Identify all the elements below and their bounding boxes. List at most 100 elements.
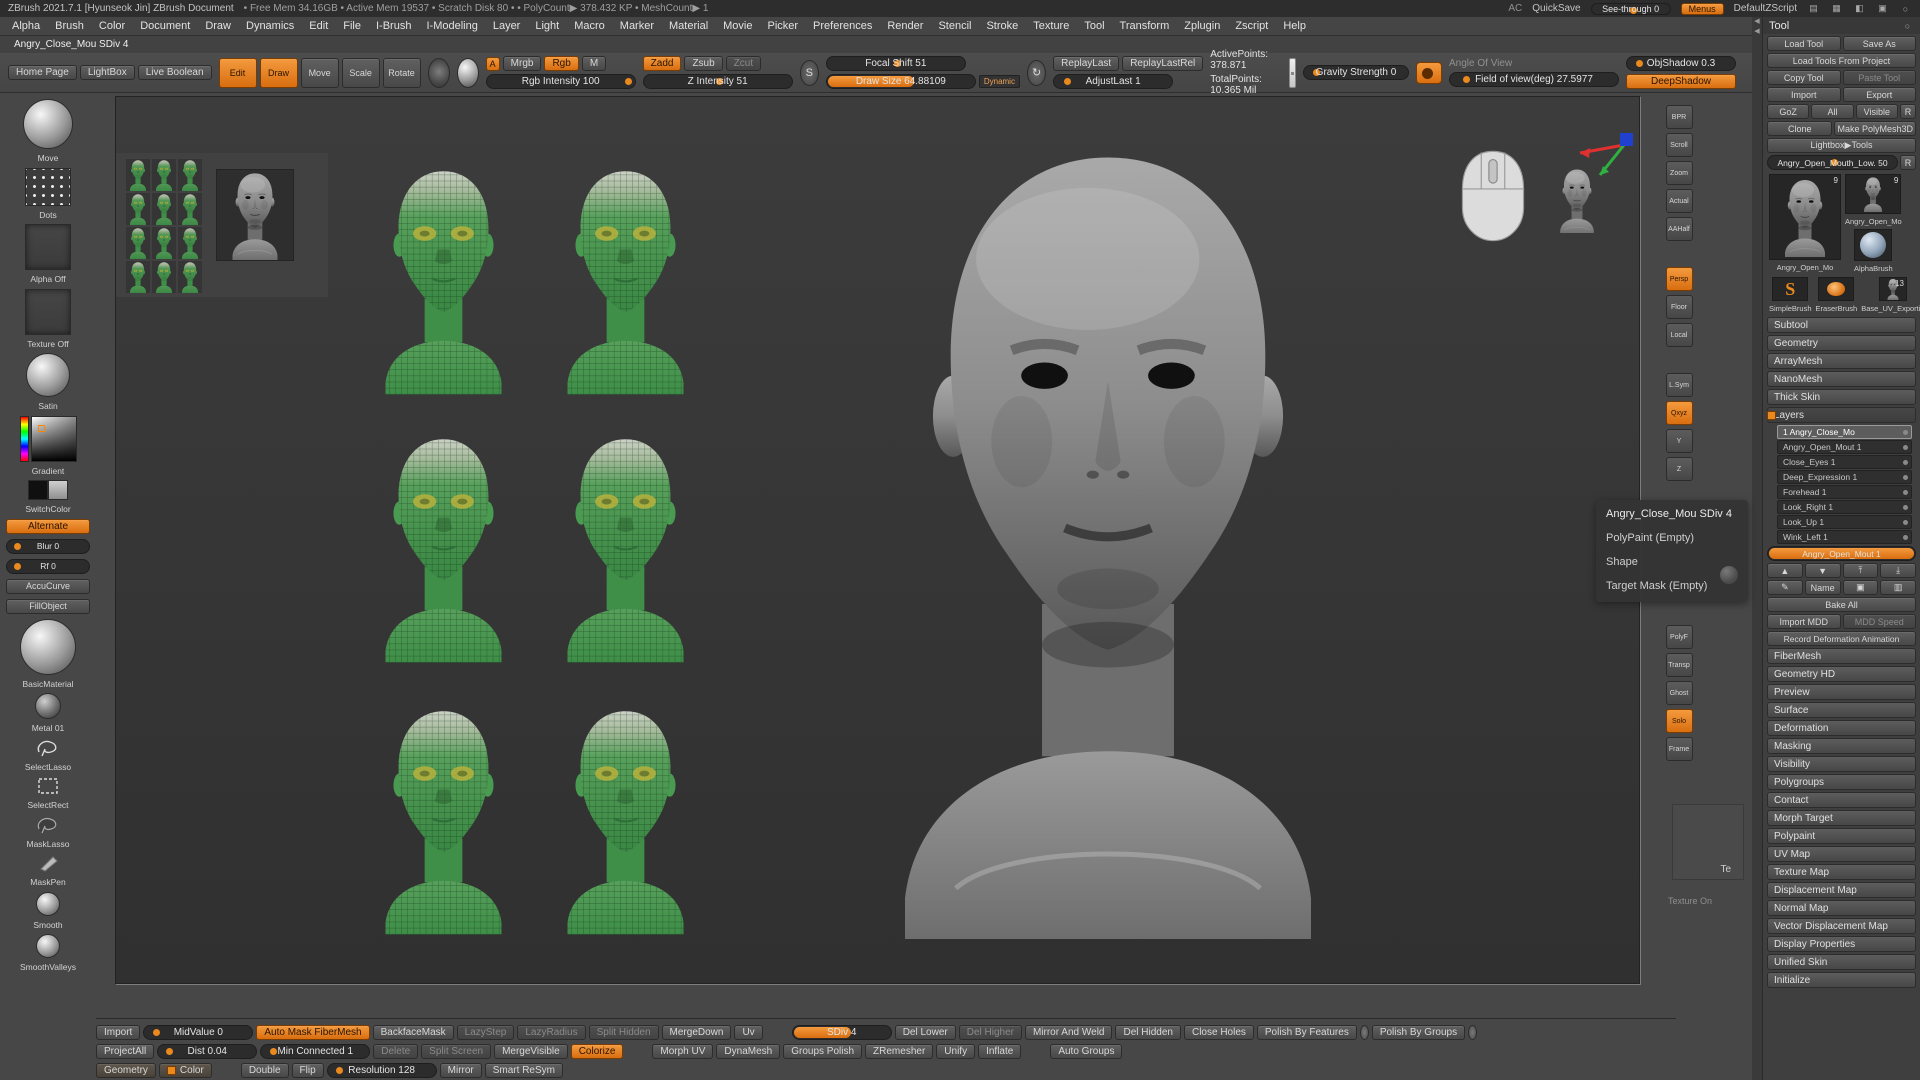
menu-item[interactable]: Material [669,20,708,32]
layer-tool-button[interactable]: Name [1805,580,1841,595]
layer-tool-button[interactable]: ▣ [1843,580,1879,595]
m-button[interactable]: M [582,56,606,71]
bottom-shelf-item[interactable]: Uv [734,1025,762,1040]
bottom-shelf-item[interactable]: Split Screen [421,1044,491,1059]
tool-section-header[interactable]: Normal Map [1767,900,1916,916]
bottom-shelf-item[interactable]: Color [159,1063,212,1078]
rotate-button[interactable]: Rotate [383,58,421,88]
layers-section-header[interactable]: Layers [1767,407,1916,423]
right-shelf-button[interactable]: Y [1666,429,1693,453]
layer-row[interactable]: Forehead 1 [1777,485,1912,499]
tool-section-header[interactable]: Thick Skin [1767,389,1916,405]
fillobject-button[interactable]: FillObject [6,599,90,614]
hue-strip[interactable] [20,416,29,462]
menu-item[interactable]: Brush [55,20,84,32]
bottom-shelf-item[interactable]: Double [241,1063,289,1078]
bottom-shelf-item[interactable]: Del Lower [895,1025,956,1040]
brush-preview-icon[interactable] [428,58,450,88]
replay-last-button[interactable]: ReplayLast [1053,56,1119,71]
stroke-preview-icon[interactable] [457,58,479,88]
mrgb-button[interactable]: Mrgb [503,56,542,71]
bottom-shelf-item[interactable]: Smart ReSym [485,1063,563,1078]
tool-section-header[interactable]: Subtool [1767,317,1916,333]
right-shelf-button[interactable]: Solo [1666,709,1693,733]
rgb-button[interactable]: Rgb [544,56,578,71]
bottom-shelf-item[interactable]: LazyStep [457,1025,515,1040]
alpha-off-icon[interactable] [25,224,71,270]
bottom-shelf-item[interactable]: Flip [292,1063,324,1078]
select-rect-icon[interactable] [35,776,61,796]
bottom-shelf-item[interactable]: Mirror [440,1063,482,1078]
rgb-intensity-slider[interactable]: Rgb Intensity 100 [486,74,636,89]
layer-tool-button[interactable]: ⤓ [1880,563,1916,578]
alpha-brush-thumb[interactable] [1854,229,1892,261]
bottom-shelf-item[interactable]: Del Higher [959,1025,1022,1040]
mini-head-thumb[interactable] [178,227,202,259]
tool-section-header[interactable]: Displacement Map [1767,882,1916,898]
mini-head-thumb[interactable] [152,261,176,293]
grid-layout-icon[interactable]: ▦ [1830,3,1843,14]
bottom-shelf-item[interactable]: Delete [373,1044,418,1059]
simple-brush-thumb[interactable]: S [1772,277,1808,301]
layer-head-preview[interactable] [371,429,516,664]
switch-color-icon[interactable] [28,480,68,500]
current-tool-thumb[interactable]: 9 [1769,174,1841,260]
auto-chip[interactable]: A [486,57,500,71]
mini-head-thumb[interactable] [178,261,202,293]
bottom-shelf-item[interactable] [1360,1025,1369,1040]
default-zscript-button[interactable]: DefaultZScript [1734,3,1797,14]
color-picker[interactable] [20,416,77,462]
layer-row[interactable]: Angry_Open_Mout 1 [1777,440,1912,454]
right-shelf-button[interactable]: Actual [1666,189,1693,213]
saturation-square[interactable] [31,416,77,462]
menu-item[interactable]: I-Brush [376,20,411,32]
bottom-shelf-item[interactable]: Import [96,1025,140,1040]
right-shelf-button[interactable]: Qxyz [1666,401,1693,425]
mini-head-thumb[interactable] [178,159,202,191]
basic-material-icon[interactable] [20,619,76,675]
tool-section-header[interactable]: Masking [1767,738,1916,754]
tool-section-header[interactable]: Initialize [1767,972,1916,988]
home-page-button[interactable]: Home Page [8,65,77,80]
tool-section-header[interactable]: Polygroups [1767,774,1916,790]
document-canvas[interactable] [115,96,1640,984]
mini-head-thumb[interactable] [126,227,150,259]
move-tool-icon[interactable] [23,99,73,149]
select-lasso-icon[interactable] [35,738,61,758]
lightbox-button[interactable]: LightBox [80,65,135,80]
layer-row[interactable]: Look_Right 1 [1777,500,1912,514]
mini-head-thumb[interactable] [152,227,176,259]
layer-tool-button[interactable]: ▼ [1805,563,1841,578]
replay-icon[interactable]: ↻ [1027,60,1046,86]
menu-item[interactable]: Render [887,20,923,32]
right-shelf-button[interactable]: Z [1666,457,1693,481]
right-shelf-button[interactable]: Zoom [1666,161,1693,185]
menu-item[interactable]: Marker [620,20,654,32]
goz-all-button[interactable]: All [1811,104,1853,119]
right-shelf-button[interactable]: Floor [1666,295,1693,319]
stroke-curve-icon[interactable]: S [800,60,819,86]
right-shelf-button[interactable]: PolyF [1666,625,1693,649]
blur-slider[interactable]: Blur 0 [6,539,90,554]
tool-name-slider[interactable]: Angry_Open_Mouth_Low. 50 [1767,155,1898,170]
bottom-shelf-item[interactable]: DynaMesh [716,1044,780,1059]
focal-shift-slider[interactable]: Focal Shift 51 [826,56,966,71]
context-menu-item[interactable]: Shape [1606,556,1738,568]
right-shelf-button[interactable]: L.Sym [1666,373,1693,397]
tool-section-header[interactable]: Geometry [1767,335,1916,351]
bottom-shelf-item[interactable]: MidValue 0 [143,1025,253,1040]
layer-row[interactable]: Close_Eyes 1 [1777,455,1912,469]
alternate-button[interactable]: Alternate [6,519,90,534]
lightbox-tools-button[interactable]: Lightbox▶Tools [1767,138,1916,153]
record-deformation-button[interactable]: Record Deformation Animation [1767,631,1916,646]
menu-item[interactable]: Zplugin [1184,20,1220,32]
camera-icon[interactable] [1416,62,1442,84]
bottom-shelf-item[interactable]: Del Hidden [1115,1025,1180,1040]
tool-section-header[interactable]: Visibility [1767,756,1916,772]
mini-head-thumb[interactable] [126,193,150,225]
bottom-shelf-item[interactable]: Min Connected 1 [260,1044,370,1059]
import-button[interactable]: Import [1767,87,1841,102]
menu-item[interactable]: Preferences [813,20,872,32]
context-menu-item[interactable]: PolyPaint (Empty) [1606,532,1738,544]
satin-material-icon[interactable] [26,353,70,397]
